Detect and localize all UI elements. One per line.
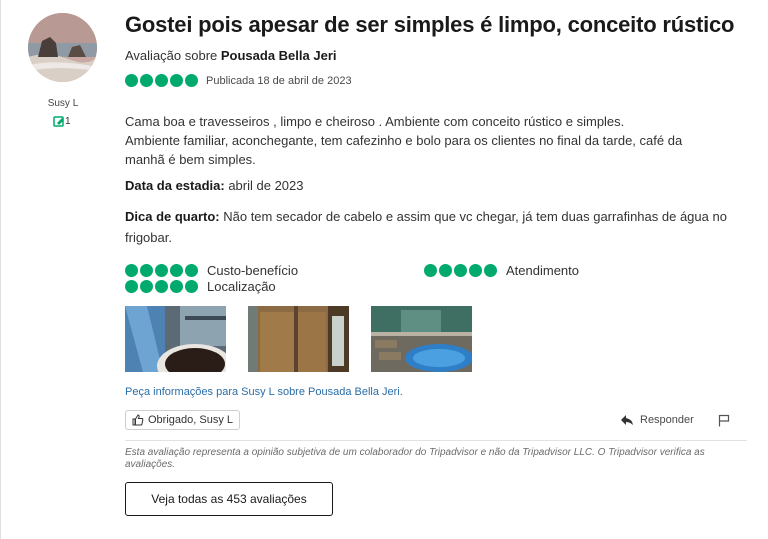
review-body-text: Cama boa e travesseiros , limpo e cheiro… <box>125 114 683 167</box>
flag-button[interactable] <box>718 414 730 432</box>
rating-bubbles <box>424 264 497 277</box>
rating-bubble <box>140 74 153 87</box>
about-prefix: Avaliação sobre <box>125 48 221 63</box>
review-disclaimer: Esta avaliação representa a opinião subj… <box>125 447 705 470</box>
rating-bubble <box>185 74 198 87</box>
divider <box>125 440 747 441</box>
rating-bubble <box>170 74 183 87</box>
sub-rating-service: Atendimento <box>424 263 579 278</box>
ask-question-link[interactable]: Peça informações para Susy L sobre Pousa… <box>125 386 403 398</box>
stay-label: Data da estadia: <box>125 178 225 193</box>
sub-rating-location: Localização <box>125 279 276 294</box>
property-link[interactable]: Pousada Bella Jeri <box>221 48 337 63</box>
rating-bubble <box>125 264 138 277</box>
reply-arrow-icon <box>621 415 633 425</box>
wooden-room-photo[interactable] <box>248 306 349 372</box>
rating-bubble <box>439 264 452 277</box>
rating-bubbles <box>125 280 198 293</box>
sub-rating-value: Custo-benefício <box>125 263 298 278</box>
contributions-count: 1 <box>53 115 71 127</box>
review-about: Avaliação sobre Pousada Bella Jeri <box>125 48 337 63</box>
rating-bubble <box>125 280 138 293</box>
rating-bubble <box>484 264 497 277</box>
thanks-label: Obrigado, Susy L <box>148 414 233 426</box>
coffee-cup-image <box>125 306 226 372</box>
rating-bubbles <box>125 74 198 87</box>
review-rating: Publicada 18 de abril de 2023 <box>125 74 352 87</box>
avatar[interactable] <box>28 13 97 82</box>
pool-image <box>371 306 472 372</box>
sub-rating-label: Localização <box>207 279 276 294</box>
all-reviews-button[interactable]: Veja todas as 453 avaliações <box>125 482 333 516</box>
rating-bubble <box>155 280 168 293</box>
rating-bubble <box>170 280 183 293</box>
reply-button[interactable]: Responder <box>620 414 694 426</box>
stay-value: abril de 2023 <box>224 178 304 193</box>
page-border <box>0 0 1 539</box>
rating-bubble <box>424 264 437 277</box>
rating-bubble <box>155 74 168 87</box>
rating-bubble <box>185 280 198 293</box>
review-title[interactable]: Gostei pois apesar de ser simples é limp… <box>125 12 734 38</box>
beach-avatar-image <box>28 13 97 82</box>
thumbs-up-icon <box>132 414 144 426</box>
room-tip: Dica de quarto: Não tem secador de cabel… <box>125 206 735 248</box>
tip-label: Dica de quarto: <box>125 209 220 224</box>
coffee-cup-photo[interactable] <box>125 306 226 372</box>
reviewer-name[interactable]: Susy L <box>20 98 106 109</box>
pool-photo[interactable] <box>371 306 472 372</box>
rating-bubble <box>140 280 153 293</box>
rating-bubble <box>469 264 482 277</box>
flag-icon <box>718 414 730 427</box>
rating-bubble <box>125 74 138 87</box>
wooden-room-image <box>248 306 349 372</box>
stay-date: Data da estadia: abril de 2023 <box>125 178 303 193</box>
rating-bubbles <box>125 264 198 277</box>
rating-bubble <box>155 264 168 277</box>
rating-bubble <box>140 264 153 277</box>
sub-rating-label: Atendimento <box>506 263 579 278</box>
thanks-button[interactable]: Obrigado, Susy L <box>125 410 240 430</box>
review-body: Cama boa e travesseiros , limpo e cheiro… <box>125 112 725 169</box>
contributions-value: 1 <box>65 115 71 127</box>
reply-label: Responder <box>640 414 694 426</box>
rating-bubble <box>170 264 183 277</box>
rating-bubble <box>454 264 467 277</box>
rating-bubble <box>185 264 198 277</box>
contribution-edit-icon <box>53 116 64 127</box>
published-date: Publicada 18 de abril de 2023 <box>206 74 352 87</box>
sub-rating-label: Custo-benefício <box>207 263 299 278</box>
